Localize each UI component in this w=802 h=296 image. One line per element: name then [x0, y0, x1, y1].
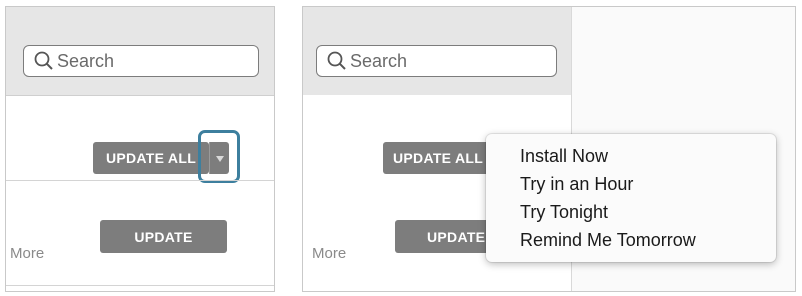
toolbar: [303, 7, 571, 96]
dropdown-highlight-box: [198, 130, 240, 183]
update-label: UPDATE: [427, 228, 486, 245]
left-panel: UPDATE ALL UPDATE More: [5, 6, 275, 292]
toolbar: [6, 7, 274, 96]
search-field[interactable]: [23, 45, 259, 77]
update-button[interactable]: UPDATE: [100, 220, 227, 253]
search-input[interactable]: [55, 50, 247, 72]
search-field[interactable]: [316, 45, 557, 77]
update-label: UPDATE: [134, 228, 193, 245]
divider: [6, 180, 274, 181]
update-options-menu: Install Now Try in an Hour Try Tonight R…: [486, 134, 776, 262]
update-all-button[interactable]: UPDATE ALL: [93, 142, 209, 174]
search-icon: [326, 50, 348, 72]
menu-item-try-tonight[interactable]: Try Tonight: [520, 202, 608, 223]
menu-item-install-now[interactable]: Install Now: [520, 146, 608, 167]
update-all-label: UPDATE ALL: [393, 150, 484, 166]
menu-item-try-in-an-hour[interactable]: Try in an Hour: [520, 174, 633, 195]
update-all-label: UPDATE ALL: [105, 150, 197, 166]
menu-item-remind-me-tomorrow[interactable]: Remind Me Tomorrow: [520, 230, 696, 251]
more-link[interactable]: More: [10, 245, 44, 262]
search-input[interactable]: [348, 50, 540, 72]
more-link[interactable]: More: [312, 245, 346, 262]
divider: [6, 285, 274, 286]
search-icon: [33, 50, 55, 72]
update-all-button[interactable]: UPDATE ALL: [383, 142, 499, 174]
